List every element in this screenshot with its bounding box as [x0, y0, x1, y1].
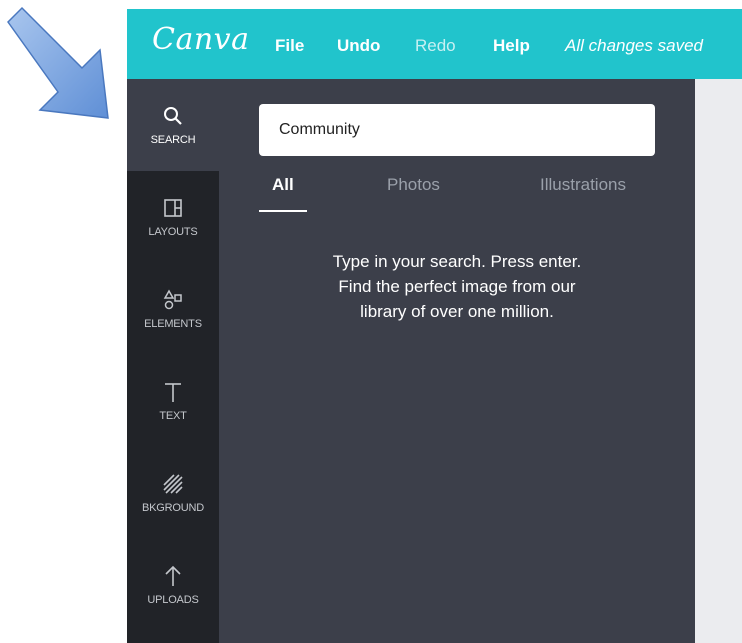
background-icon [163, 474, 183, 494]
sidebar-item-search[interactable]: SEARCH [127, 79, 219, 171]
canva-logo[interactable]: Canva [152, 22, 250, 57]
sidebar-item-background[interactable]: BKGROUND [127, 447, 219, 539]
sidebar-item-label: LAYOUTS [148, 226, 198, 238]
tab-illustrations[interactable]: Illustrations [540, 175, 626, 195]
hint-line: Type in your search. Press enter. [332, 252, 582, 271]
save-status: All changes saved [565, 36, 703, 55]
sidebar-item-label: ELEMENTS [144, 318, 202, 330]
tab-photos[interactable]: Photos [387, 175, 440, 195]
sidebar-item-elements[interactable]: ELEMENTS [127, 263, 219, 355]
text-icon [165, 383, 181, 402]
elements-icon [163, 289, 182, 310]
menu-redo[interactable]: Redo [415, 36, 456, 56]
menu-undo[interactable]: Undo [337, 36, 380, 56]
top-bar: Canva File Undo Redo Help All changes sa… [127, 9, 742, 79]
hint-line: Find the perfect image from our [338, 277, 576, 296]
menu-file[interactable]: File [275, 36, 304, 56]
sidebar: SEARCH LAYOUTS ELEMENTS TEXT BKGROUND UP… [127, 79, 219, 643]
search-hint: Type in your search. Press enter. Find t… [259, 249, 655, 324]
sidebar-item-label: TEXT [159, 410, 187, 422]
tab-all[interactable]: All [272, 175, 294, 195]
layouts-icon [164, 199, 182, 217]
upload-icon [165, 565, 181, 586]
active-tab-indicator [259, 210, 307, 212]
design-canvas-area[interactable] [695, 79, 742, 643]
search-input[interactable] [259, 104, 655, 156]
search-panel: All Photos Illustrations Type in your se… [219, 79, 695, 643]
sidebar-item-text[interactable]: TEXT [127, 355, 219, 447]
hint-line: library of over one million. [360, 302, 554, 321]
sidebar-item-uploads[interactable]: UPLOADS [127, 539, 219, 631]
sidebar-item-label: BKGROUND [142, 502, 204, 514]
sidebar-item-layouts[interactable]: LAYOUTS [127, 171, 219, 263]
sidebar-item-label: UPLOADS [147, 594, 199, 606]
search-icon [164, 107, 182, 125]
pointer-arrow-annotation [7, 6, 109, 119]
sidebar-item-label: SEARCH [150, 134, 196, 146]
menu-help[interactable]: Help [493, 36, 530, 56]
